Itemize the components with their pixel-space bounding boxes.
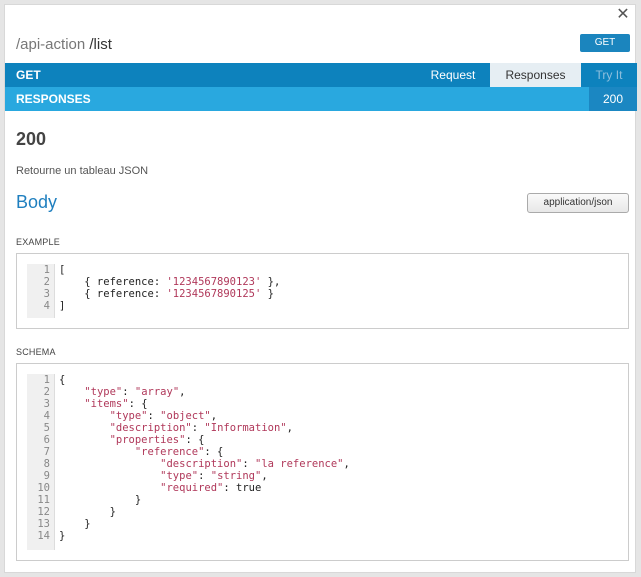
- example-line-numbers: 1234: [27, 264, 55, 318]
- line-number: 10: [37, 482, 50, 494]
- responses-bar: RESPONSES 200: [5, 87, 637, 111]
- responses-title: RESPONSES: [16, 92, 91, 106]
- schema-code: { "type": "array", "items": { "type": "o…: [55, 374, 618, 550]
- line-number: 4: [43, 300, 50, 312]
- code-line: "required": true: [160, 482, 262, 494]
- code-line: "type": "object",: [109, 410, 218, 422]
- mime-type-button[interactable]: application/json: [527, 193, 629, 213]
- code-line: "type": "array",: [84, 386, 186, 398]
- tab-responses[interactable]: Responses: [490, 63, 581, 87]
- status-code-heading: 200: [16, 129, 47, 149]
- code-line: "description": "la reference",: [160, 458, 350, 470]
- nav-bar: GET Request Responses Try It: [5, 63, 637, 87]
- endpoint-path: /api-action /list: [16, 36, 112, 53]
- body-heading: Body: [16, 192, 58, 212]
- api-detail-panel: ✕ /api-action /list GET GET Request Resp…: [4, 4, 637, 573]
- status-description: Retourne un tableau JSON: [16, 165, 149, 177]
- line-number: 9: [43, 470, 50, 482]
- status-code-tab[interactable]: 200: [589, 87, 637, 111]
- code-line: "type": "string",: [160, 470, 268, 482]
- line-number: 2: [43, 276, 50, 288]
- example-code: [ { reference: '1234567890123' }, { refe…: [55, 264, 618, 318]
- line-number: 12: [37, 506, 50, 518]
- line-number: 7: [43, 446, 50, 458]
- code-line: "reference": {: [134, 446, 224, 458]
- tab-try-it[interactable]: Try It: [581, 63, 637, 87]
- line-number: 13: [37, 518, 50, 530]
- code-line: }: [59, 518, 91, 530]
- method-badge-button[interactable]: GET: [580, 34, 630, 52]
- code-line: "description": "Information",: [109, 422, 293, 434]
- code-line: {: [59, 374, 66, 386]
- code-line: { reference: '1234567890125' }: [59, 288, 274, 300]
- code-line: "properties": {: [109, 434, 205, 446]
- code-line: }: [59, 494, 142, 506]
- line-number: 4: [43, 410, 50, 422]
- line-number: 2: [43, 386, 50, 398]
- line-number: 1: [43, 374, 50, 386]
- tab-request[interactable]: Request: [416, 63, 490, 87]
- code-line: ]: [59, 300, 66, 312]
- schema-code-box[interactable]: 1 2 3 4 5 6 7 8 9 10 11 12 13 14 { "type": "array", "…: [16, 363, 629, 561]
- schema-line-numbers: 1 2 3 4 5 6 7 8 9 10 11 12 13 14: [27, 374, 55, 550]
- code-line: [: [59, 264, 66, 276]
- nav-method-label: GET: [16, 68, 41, 82]
- schema-label: SCHEMA: [16, 347, 56, 357]
- line-number: 3: [43, 398, 50, 410]
- code-line: { reference: '1234567890123' },: [59, 276, 281, 288]
- code-line: "items": {: [84, 398, 148, 410]
- path-resource: /list: [89, 36, 112, 53]
- line-number: 6: [43, 434, 50, 446]
- line-number: 5: [43, 422, 50, 434]
- line-number: 14: [37, 530, 50, 542]
- code-line: }: [59, 530, 66, 542]
- example-code-box[interactable]: 1234 [ { reference: '1234567890123' }, {…: [16, 253, 629, 329]
- path-prefix: /api-action: [16, 36, 86, 53]
- line-number: 1: [43, 264, 50, 276]
- line-number: 8: [43, 458, 50, 470]
- example-label: EXAMPLE: [16, 237, 60, 247]
- code-line: }: [59, 506, 116, 518]
- close-icon[interactable]: ✕: [615, 6, 631, 22]
- line-number: 3: [43, 288, 50, 300]
- line-number: 11: [37, 494, 50, 506]
